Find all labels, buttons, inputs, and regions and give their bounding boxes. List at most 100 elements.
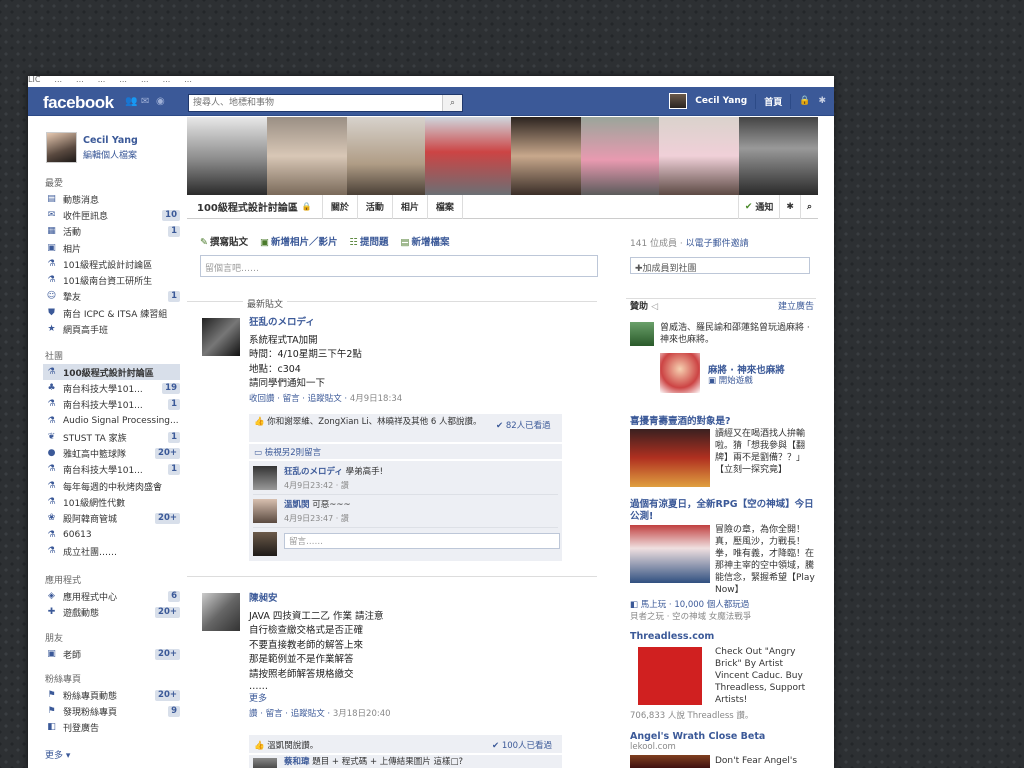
sidebar-item[interactable]: ⚑ 粉絲專頁動態 20+	[46, 687, 180, 703]
comment-input[interactable]: 留言……	[284, 533, 560, 549]
post-author[interactable]: 陳昶安	[249, 592, 594, 607]
sidebar-item[interactable]: ⚗ 南台科技大學101... 1	[46, 462, 180, 478]
sidebar-item[interactable]: ▦ 活動 1	[46, 224, 180, 240]
sidebar-item[interactable]: ▤ 動態消息	[46, 191, 180, 207]
badge-icon: ⛊	[48, 307, 55, 318]
sidebar-item[interactable]: ▣ 相片	[46, 240, 180, 256]
sidebar-item[interactable]: ⚗ 101級網性代數	[46, 494, 180, 510]
tab-add-photo[interactable]: ▣ 新增相片／影片	[260, 234, 338, 248]
home-link[interactable]: 首頁	[764, 95, 782, 108]
post-actions: 收回讚 · 留言 · 追蹤貼文 · 4月9日18:34	[249, 393, 403, 404]
sidebar-item[interactable]: ● 雅虹高中籃球隊 20+	[46, 445, 180, 461]
profile-avatar[interactable]	[46, 132, 77, 163]
search-box: ⌕	[188, 94, 463, 112]
divider	[755, 93, 757, 109]
scrollbar[interactable]	[820, 116, 834, 768]
sidebar-item[interactable]: ⚗ 成立社團……	[46, 543, 180, 559]
count-badge: 9	[168, 705, 180, 717]
search-icon[interactable]: ⌕	[442, 95, 462, 111]
sidebar-item-label: 收件匣訊息	[63, 211, 109, 222]
tab-files[interactable]: 檔案	[426, 194, 463, 219]
friend-requests-icon[interactable]: 👥	[125, 96, 137, 107]
tab-about[interactable]: 關於	[321, 194, 357, 219]
sidebar-item[interactable]: ⚗ 每年每週的中秋烤肉盛會	[46, 478, 180, 494]
settings-icon[interactable]: ✱	[818, 96, 826, 106]
search-input[interactable]	[189, 95, 442, 111]
group-icon: ⚗	[47, 415, 56, 426]
sidebar-item[interactable]: ▣ 老師 20+	[46, 646, 180, 662]
favorites-list: ▤ 動態消息 ✉ 收件匣訊息 10 ▦ 活動 1 ▣ 相片 ⚗ 101級程式設計討論區 ⚗ 101級南台資…	[46, 191, 180, 338]
tab-write-post[interactable]: ✎ 撰寫貼文	[200, 234, 248, 248]
add-member-input[interactable]: ✚加成員到社團	[630, 257, 810, 274]
profile-name[interactable]: Cecil Yang	[83, 135, 138, 146]
tab-photos[interactable]: 相片	[391, 194, 427, 219]
post-author-avatar[interactable]	[202, 318, 240, 356]
facebook-logo[interactable]: facebook	[43, 93, 114, 113]
gear-icon[interactable]: ✱	[779, 194, 800, 219]
tab-ask-question[interactable]: ☷ 提問題	[349, 234, 388, 248]
ad-image[interactable]	[630, 429, 710, 487]
group-cover-photo[interactable]	[187, 117, 818, 195]
ad-title[interactable]: 喜擾青壽壹酒的對象是?	[630, 413, 815, 427]
sidebar-item[interactable]: ⚑ 發現粉絲專頁 9	[46, 703, 180, 719]
friends-icon: ☺	[46, 291, 57, 302]
friends-list: ▣ 老師 20+	[46, 646, 180, 662]
search-icon[interactable]: ⌕	[799, 194, 818, 219]
user-name-link[interactable]: Cecil Yang	[695, 96, 747, 106]
view-more-link[interactable]: ▭ 檢視另2則留言	[254, 446, 321, 458]
group-title[interactable]: 100級程式設計討論區	[187, 199, 298, 214]
sidebar-item[interactable]: ❦ STUST TA 家族 1	[46, 429, 180, 445]
sidebar-item[interactable]: ♣ 南台科技大學101... 19	[46, 380, 180, 396]
invite-email-link[interactable]: 以電子郵件邀請	[686, 239, 749, 249]
tab-events[interactable]: 活動	[356, 194, 392, 219]
notify-button[interactable]: ✔ 通知	[737, 194, 780, 219]
sidebar-item[interactable]: ☺ 摯友 1	[46, 289, 180, 305]
ad-game-image[interactable]	[660, 353, 700, 393]
ad-image[interactable]	[630, 755, 710, 768]
ad-avatar[interactable]	[630, 322, 654, 346]
group-icon: ⚗	[47, 529, 56, 540]
ad-image[interactable]	[630, 647, 710, 705]
seen-count[interactable]: ✔ 100人已看過	[492, 739, 552, 751]
commenter-avatar[interactable]	[253, 466, 277, 490]
ad-title[interactable]: Threadless.com	[630, 631, 714, 642]
post-author-avatar[interactable]	[202, 593, 240, 631]
sidebar-item[interactable]: ⛊ 南台 ICPC & ITSA 練習組	[46, 305, 180, 321]
more-link[interactable]: 更多 ▾	[45, 748, 70, 761]
count-badge: 1	[168, 464, 180, 476]
sidebar-item[interactable]: ❀ 殿阿韓商管城 20+	[46, 511, 180, 527]
ad-social-line[interactable]: ◧ 馬上玩 · 10,000 個人都玩過	[630, 598, 815, 610]
privacy-icon[interactable]: 🔒	[799, 96, 810, 106]
see-more-link[interactable]: 更多	[249, 692, 594, 707]
sidebar-item[interactable]: ⚗ Audio Signal Processing...	[46, 413, 180, 429]
messages-icon[interactable]: ✉	[141, 96, 152, 107]
ad-social-text[interactable]: 曾威浩、羅民諭和邵蓮銘曾玩過麻將 · 神來也麻將。	[660, 322, 816, 348]
sidebar-item[interactable]: ⚗ 60613	[46, 527, 180, 543]
composer-input[interactable]: 留個言吧……	[200, 255, 598, 277]
sidebar-item[interactable]: ⚗ 南台科技大學101... 1	[46, 397, 180, 413]
ad-title[interactable]: 過個有涼夏日，全新RPG【空の神域】今日公測!	[630, 499, 815, 523]
play-game-link[interactable]: ▣ 開始遊戲	[708, 374, 753, 386]
create-ad-link[interactable]: 建立廣告	[778, 299, 814, 312]
sidebar-item[interactable]: ✚ 遊戲動態 20+	[46, 604, 180, 620]
tab-add-file[interactable]: ▤ 新增檔案	[401, 234, 450, 248]
count-badge: 1	[168, 431, 180, 443]
sidebar-item[interactable]: ◧ 刊登廣告	[46, 720, 180, 736]
notifications-icon[interactable]: ◉	[156, 96, 167, 107]
edit-profile-link[interactable]: 編輯個人檔案	[83, 148, 138, 161]
sidebar-item[interactable]: ⚗ 101級南台資工研所生	[46, 272, 180, 288]
sidebar-item[interactable]: ✉ 收件匣訊息 10	[46, 207, 180, 223]
commenter-avatar[interactable]	[253, 758, 277, 768]
sidebar-item[interactable]: ◈ 應用程式中心 6	[46, 588, 180, 604]
commenter-avatar[interactable]	[253, 499, 277, 523]
seen-count[interactable]: ✔ 82人已看過	[496, 419, 551, 431]
sidebar-item[interactable]: ⚗ 101級程式設計討論區	[46, 256, 180, 272]
sidebar-item[interactable]: ★ 網頁高手班	[46, 321, 180, 337]
post-author[interactable]: 狂乱のメロディ	[249, 316, 594, 331]
ad-title[interactable]: Angel's Wrath Close Beta	[630, 731, 765, 742]
sidebar-item-label: 南台 ICPC & ITSA 練習組	[63, 309, 168, 320]
group-icon: ⚗	[47, 464, 56, 475]
sidebar-item[interactable]: ⚗ 100級程式設計討論區	[43, 364, 180, 381]
ad-image[interactable]	[630, 525, 710, 583]
avatar[interactable]	[669, 93, 688, 109]
